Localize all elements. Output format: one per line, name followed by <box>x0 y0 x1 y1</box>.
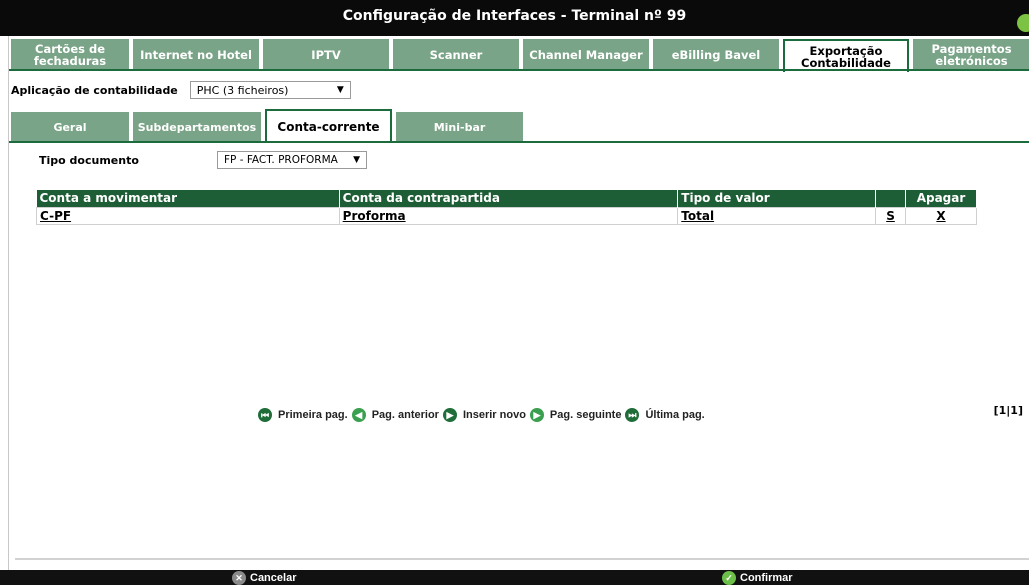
tab-label: Internet no Hotel <box>140 48 252 62</box>
accounting-app-value: PHC (3 ficheiros) <box>196 84 289 97</box>
subtab-divider <box>9 141 1029 143</box>
tab-ebilling-bavel[interactable]: eBilling Bavel <box>652 39 779 71</box>
tab-label: IPTV <box>311 48 341 62</box>
confirm-label: Confirmar <box>740 572 793 584</box>
tab-scanner[interactable]: Scanner <box>393 39 519 71</box>
tipo-valor-link[interactable]: Total <box>681 209 714 223</box>
prev-page-link[interactable]: Pag. anterior <box>372 409 439 421</box>
main-panel: Cartões de fechaduras Internet no Hotel I… <box>8 36 1029 570</box>
tab-conta-corrente[interactable]: Conta-corrente <box>265 109 392 143</box>
first-page-icon[interactable]: ⏮ <box>258 408 272 422</box>
tab-exportacao-contabilidade[interactable]: Exportação Contabilidade <box>782 39 909 72</box>
tab-label: Contabilidade <box>801 55 891 70</box>
tab-label: Scanner <box>429 48 483 62</box>
table-row: C-PF Proforma Total S X <box>36 206 977 225</box>
cancel-icon: ✕ <box>232 571 246 585</box>
tab-divider <box>9 69 1029 71</box>
tab-geral[interactable]: Geral <box>11 112 129 143</box>
s-link[interactable]: S <box>886 209 895 223</box>
col-conta-contrapartida[interactable]: Conta da contrapartida <box>339 190 679 207</box>
col-apagar: Apagar <box>905 190 977 207</box>
tab-subdepartamentos[interactable]: Subdepartamentos <box>133 112 261 143</box>
tab-label: Geral <box>53 121 87 134</box>
doc-type-value: FP - FACT. PROFORMA <box>224 154 338 166</box>
tab-label: eletrónicos <box>935 54 1008 68</box>
delete-link[interactable]: X <box>936 209 945 223</box>
col-blank <box>875 190 906 207</box>
next-page-link[interactable]: Pag. seguinte <box>550 409 622 421</box>
col-conta-movimentar[interactable]: Conta a movimentar <box>36 190 340 207</box>
top-tabs: Cartões de fechaduras Internet no Hotel I… <box>11 39 1029 72</box>
sub-tabs: Geral Subdepartamentos Conta-corrente Mi… <box>11 109 527 143</box>
confirm-button[interactable]: ✓ Confirmar <box>722 571 793 585</box>
insert-new-link[interactable]: Inserir novo <box>463 409 526 421</box>
tab-label: Conta-corrente <box>277 120 380 134</box>
tab-label: Channel Manager <box>529 48 643 62</box>
tab-label: Subdepartamentos <box>137 121 257 134</box>
doc-type-label: Tipo documento <box>39 153 139 167</box>
cancel-label: Cancelar <box>250 572 297 584</box>
accounts-table: Conta a movimentar Conta da contrapartid… <box>36 190 977 225</box>
conta-link[interactable]: C-PF <box>40 209 71 223</box>
col-tipo-valor[interactable]: Tipo de valor <box>677 190 877 207</box>
footer-bar: ✕ Cancelar ✓ Confirmar <box>0 570 1029 585</box>
doc-type-select[interactable]: FP - FACT. PROFORMA ▼ <box>217 151 367 169</box>
last-page-icon[interactable]: ⏭ <box>625 408 640 422</box>
bottom-divider <box>15 558 1029 560</box>
tab-label: Mini-bar <box>433 121 486 134</box>
accounting-app-label: Aplicação de contabilidade <box>11 83 178 97</box>
dropdown-arrow-icon: ▼ <box>336 85 344 95</box>
dropdown-arrow-icon: ▼ <box>353 155 360 165</box>
tab-label: fechaduras <box>33 54 107 68</box>
doc-type-row: Tipo documento FP - FACT. PROFORMA ▼ <box>39 151 367 169</box>
prev-page-icon[interactable]: ◀ <box>351 408 366 422</box>
check-icon: ✓ <box>722 571 736 585</box>
tab-label: eBilling Bavel <box>671 48 761 62</box>
window-title: Configuração de Interfaces - Terminal nº… <box>342 8 687 24</box>
contrapartida-link[interactable]: Proforma <box>343 209 406 223</box>
accounting-app-row: Aplicação de contabilidade PHC (3 fichei… <box>11 81 351 99</box>
cancel-button[interactable]: ✕ Cancelar <box>232 571 296 585</box>
tab-cartoes-fechaduras[interactable]: Cartões de fechaduras <box>11 39 130 71</box>
tab-internet-hotel[interactable]: Internet no Hotel <box>133 39 260 71</box>
tab-iptv[interactable]: IPTV <box>263 39 390 71</box>
first-page-link[interactable]: Primeira pag. <box>278 409 348 421</box>
last-page-link[interactable]: Última pag. <box>645 409 704 421</box>
tab-mini-bar[interactable]: Mini-bar <box>396 112 523 143</box>
table-header-row: Conta a movimentar Conta da contrapartid… <box>36 190 977 207</box>
title-bar: Configuração de Interfaces - Terminal nº… <box>0 0 1029 36</box>
tab-pagamentos-eletronicos[interactable]: Pagamentos eletrónicos <box>912 39 1029 71</box>
pager: ⏮ Primeira pag. ◀ Pag. anterior ▶ Inseri… <box>258 408 709 422</box>
status-dot-icon <box>1017 14 1029 32</box>
tab-channel-manager[interactable]: Channel Manager <box>523 39 649 71</box>
tab-label: Exportação <box>809 43 883 58</box>
next-page-icon[interactable]: ▶ <box>529 408 544 422</box>
insert-new-icon[interactable]: ▶ <box>442 408 457 422</box>
page-count: [1|1] <box>993 404 1023 417</box>
accounting-app-select[interactable]: PHC (3 ficheiros) ▼ <box>189 81 351 99</box>
